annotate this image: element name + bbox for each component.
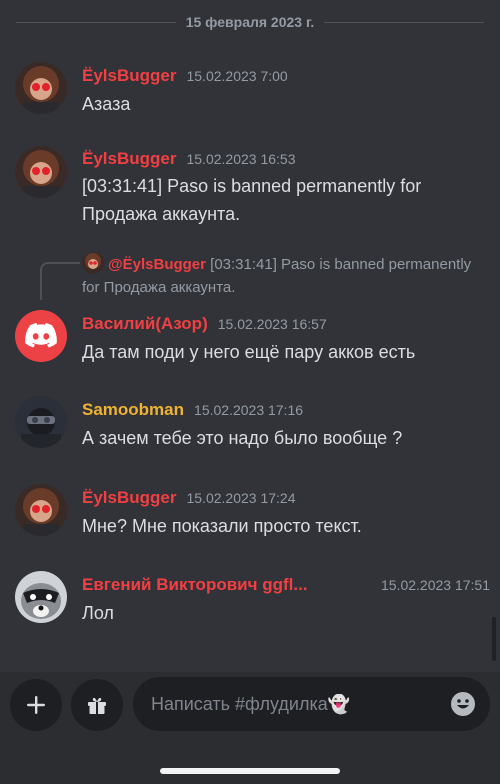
message-text: Да там поди у него ещё пару акков есть bbox=[82, 342, 416, 362]
gift-icon bbox=[88, 697, 106, 714]
date-divider: 15 февраля 2023 г. bbox=[16, 8, 485, 36]
scrollbar[interactable] bbox=[492, 617, 496, 661]
message-text: Азаза bbox=[82, 94, 131, 114]
add-attachment-button[interactable] bbox=[10, 679, 62, 731]
username[interactable]: ËylsBugger bbox=[82, 149, 176, 169]
emoji-icon bbox=[451, 692, 475, 716]
avatar[interactable] bbox=[15, 310, 67, 362]
avatar[interactable] bbox=[15, 484, 67, 536]
gift-button[interactable] bbox=[71, 679, 123, 731]
message[interactable]: Евгений Викторович ggfl... 15.02.2023 17… bbox=[0, 571, 500, 631]
timestamp: 15.02.2023 7:00 bbox=[186, 68, 288, 84]
message-composer bbox=[0, 672, 500, 784]
timestamp: 15.02.2023 16:57 bbox=[217, 316, 327, 332]
avatar[interactable] bbox=[15, 146, 67, 198]
username[interactable]: ËylsBugger bbox=[82, 488, 176, 508]
avatar[interactable] bbox=[15, 396, 67, 448]
message-text: Мне? Мне показали просто текст. bbox=[82, 516, 362, 536]
chat-screen: 15 февраля 2023 г. ËylsBugger 15.02.2023… bbox=[0, 0, 500, 784]
divider-line-right bbox=[324, 21, 485, 23]
message-input-container[interactable] bbox=[133, 677, 490, 731]
avatar[interactable] bbox=[15, 62, 67, 114]
username[interactable]: Samoobman bbox=[82, 400, 184, 420]
username[interactable]: ËylsBugger bbox=[82, 66, 176, 86]
timestamp: 15.02.2023 17:16 bbox=[194, 402, 304, 418]
reply-spine bbox=[40, 262, 80, 300]
message[interactable]: ËylsBugger 15.02.2023 7:00 Азаза bbox=[0, 62, 500, 122]
username[interactable]: Евгений Викторович ggfl... bbox=[82, 575, 308, 595]
message-text: [03:31:41] Paso is banned permanently fo… bbox=[82, 176, 422, 224]
message[interactable]: Samoobman 15.02.2023 17:16 А зачем тебе … bbox=[0, 396, 500, 456]
timestamp: 15.02.2023 17:51 bbox=[381, 577, 490, 593]
discord-logo-icon bbox=[25, 323, 57, 348]
emoji-button[interactable] bbox=[436, 677, 490, 731]
message-text: Лол bbox=[82, 603, 114, 623]
reply-mention[interactable]: @ËylsBugger bbox=[108, 256, 206, 273]
divider-line-left bbox=[16, 21, 176, 23]
message-input[interactable] bbox=[151, 693, 436, 715]
message[interactable]: Василий(Азор) 15.02.2023 16:57 Да там по… bbox=[0, 310, 500, 370]
plus-icon bbox=[27, 696, 45, 714]
timestamp: 15.02.2023 17:24 bbox=[186, 490, 296, 506]
home-indicator[interactable] bbox=[160, 768, 340, 774]
reply-avatar bbox=[82, 252, 104, 274]
message[interactable]: ËylsBugger 15.02.2023 17:24 Мне? Мне пок… bbox=[0, 484, 500, 544]
timestamp: 15.02.2023 16:53 bbox=[186, 151, 296, 167]
username[interactable]: Василий(Азор) bbox=[82, 314, 208, 334]
date-divider-text: 15 февраля 2023 г. bbox=[185, 14, 315, 30]
message[interactable]: ËylsBugger 15.02.2023 16:53 [03:31:41] P… bbox=[0, 146, 500, 236]
message-text: А зачем тебе это надо было вообще ? bbox=[82, 428, 403, 448]
avatar[interactable] bbox=[15, 571, 67, 623]
reply-preview[interactable]: @ËylsBugger [03:31:41] Paso is banned pe… bbox=[82, 252, 484, 299]
